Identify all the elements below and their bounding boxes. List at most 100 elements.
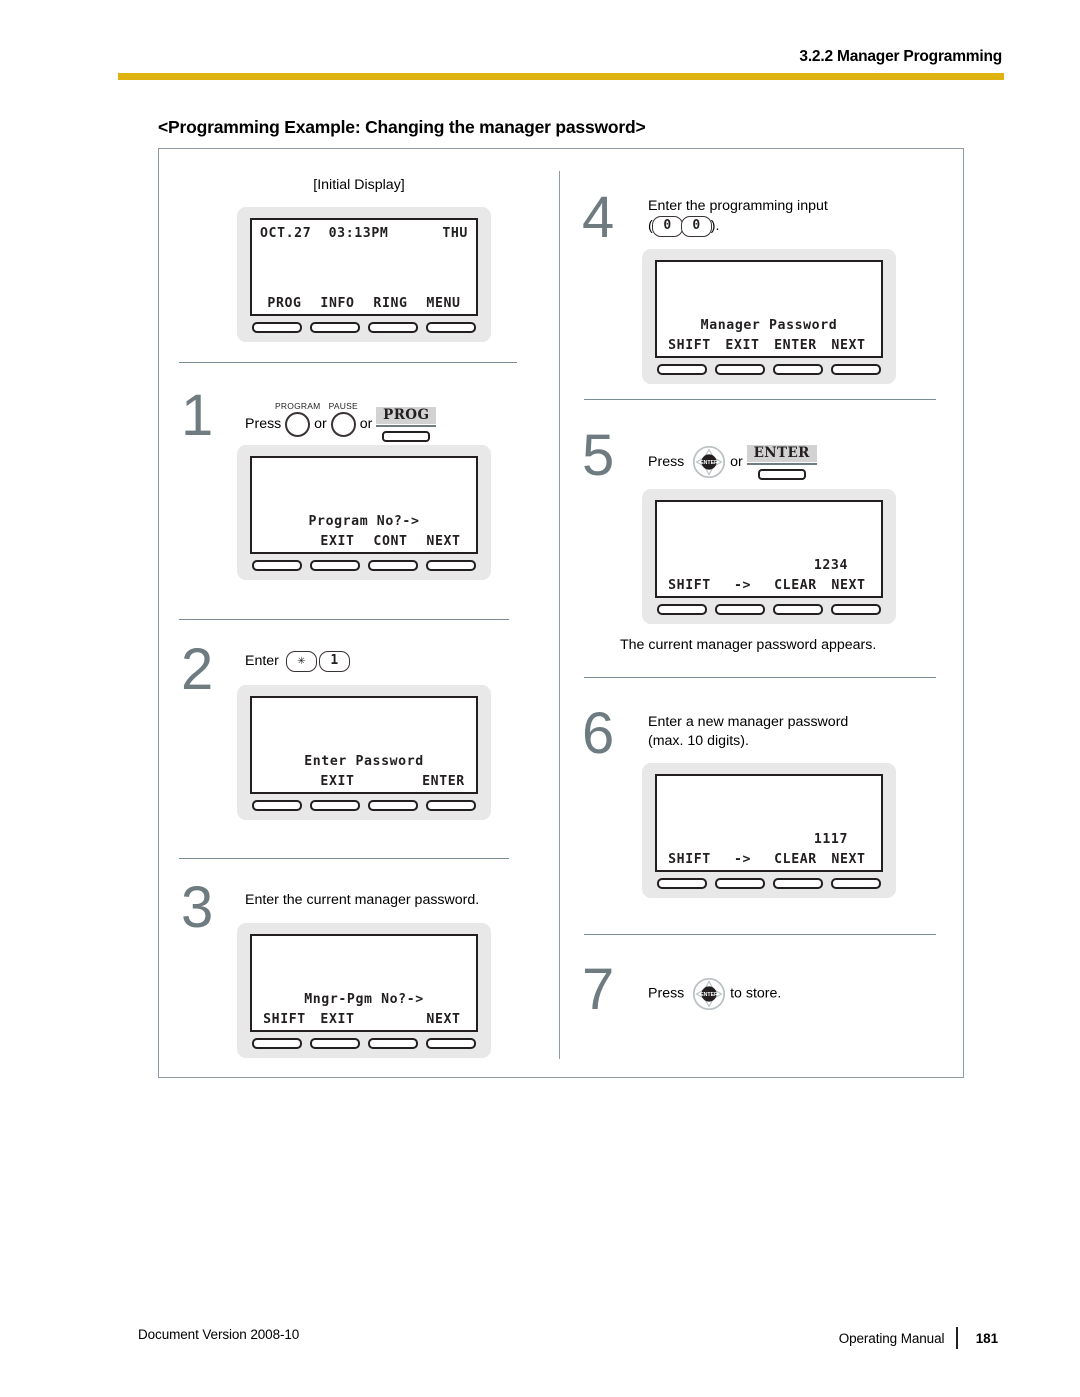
softkey-button-row bbox=[655, 364, 883, 375]
softkey-button[interactable] bbox=[715, 364, 765, 375]
softkey-button[interactable] bbox=[368, 322, 418, 333]
step-instruction-line1: Enter the programming input bbox=[648, 198, 828, 214]
manual-label: Operating Manual bbox=[838, 1330, 945, 1346]
step-divider bbox=[584, 399, 936, 401]
softkey-button[interactable] bbox=[252, 800, 302, 811]
enter-softkey-button[interactable] bbox=[757, 468, 806, 480]
softkey-button[interactable] bbox=[310, 1038, 360, 1049]
softkey-button-row bbox=[655, 878, 883, 889]
lcd-value: 1117 bbox=[813, 832, 848, 847]
press-label: Press bbox=[648, 985, 685, 1002]
navigator-key-icon[interactable]: ENTER bbox=[692, 977, 726, 1011]
page-header: 3.2.2 Manager Programming bbox=[118, 48, 1004, 80]
softkey-button[interactable] bbox=[773, 604, 823, 615]
lcd-weekday: THU bbox=[442, 226, 468, 241]
footer-separator bbox=[956, 1327, 958, 1349]
step-number: 2 bbox=[181, 637, 213, 702]
softkey-button[interactable] bbox=[252, 1038, 302, 1049]
program-key[interactable]: PROGRAM bbox=[275, 401, 320, 437]
or-label: or bbox=[730, 453, 743, 470]
header-accent-rule bbox=[118, 73, 1004, 80]
step-instruction: Enter a new manager password (max. 10 di… bbox=[648, 713, 948, 750]
softkey-button[interactable] bbox=[368, 1038, 418, 1049]
phone-display-step4: Manager Password SHIFT EXIT ENTER NEXT bbox=[642, 249, 896, 384]
softkey-button[interactable] bbox=[773, 364, 823, 375]
page-title: <Programming Example: Changing the manag… bbox=[158, 117, 646, 137]
or-label: or bbox=[359, 415, 373, 432]
lcd-softkey-label: NEXT bbox=[831, 338, 866, 353]
step-instruction: Press ENTER to store. bbox=[648, 977, 968, 1011]
svg-text:ENTER: ENTER bbox=[700, 992, 718, 998]
digit-key-0-b[interactable]: 0 bbox=[680, 215, 712, 237]
lcd-screen: Enter Password EXIT ENTER bbox=[250, 696, 478, 794]
prog-softkey-button[interactable] bbox=[382, 430, 431, 442]
pause-key-label: PAUSE bbox=[328, 400, 358, 411]
step-instruction: Enter the programming input (0 0). bbox=[648, 197, 948, 237]
lcd-softkey-label: ENTER bbox=[774, 338, 817, 353]
phone-display-step2: Enter Password EXIT ENTER bbox=[237, 685, 491, 820]
softkey-button[interactable] bbox=[426, 560, 476, 571]
lcd-softkey-labels: SHIFT -> CLEAR NEXT bbox=[657, 578, 881, 593]
lcd-softkey-label: EXIT bbox=[725, 338, 760, 353]
softkey-button[interactable] bbox=[252, 322, 302, 333]
softkey-button[interactable] bbox=[831, 604, 881, 615]
pause-key[interactable]: PAUSE bbox=[329, 401, 358, 437]
lcd-date: OCT.27 bbox=[260, 226, 312, 241]
navigator-key-icon[interactable]: ENTER bbox=[692, 445, 726, 479]
softkey-button-row bbox=[250, 800, 478, 811]
lcd-softkey-label: NEXT bbox=[426, 1012, 461, 1027]
softkey-button[interactable] bbox=[426, 800, 476, 811]
lcd-softkey-labels: SHIFT EXIT NEXT bbox=[252, 1012, 476, 1027]
phone-display-step1: Program No?-> EXIT CONT NEXT bbox=[237, 445, 491, 580]
step-divider bbox=[179, 858, 509, 860]
lcd-softkey-label: SHIFT bbox=[668, 338, 711, 353]
softkey-button[interactable] bbox=[831, 364, 881, 375]
header-title: 3.2.2 Manager Programming bbox=[799, 48, 1002, 65]
lcd-softkey-labels: SHIFT -> CLEAR NEXT bbox=[657, 852, 881, 867]
page-number: 181 bbox=[975, 1330, 998, 1346]
lcd-time: 03:13PM bbox=[328, 226, 389, 241]
lcd-softkey-labels: EXIT CONT NEXT bbox=[252, 534, 476, 549]
star-key[interactable]: ✳ bbox=[285, 651, 317, 672]
softkey-button[interactable] bbox=[657, 364, 707, 375]
softkey-button[interactable] bbox=[657, 878, 707, 889]
softkey-button[interactable] bbox=[715, 604, 765, 615]
lcd-softkey-label: MENU bbox=[426, 296, 461, 311]
step-divider bbox=[584, 934, 936, 936]
softkey-button-row bbox=[655, 604, 883, 615]
press-label: Press bbox=[648, 453, 685, 470]
softkey-button[interactable] bbox=[252, 560, 302, 571]
lcd-screen: Mngr-Pgm No?-> SHIFT EXIT NEXT bbox=[250, 934, 478, 1032]
step-number: 5 bbox=[582, 423, 614, 488]
lcd-softkey-label: CLEAR bbox=[774, 852, 817, 867]
lcd-message: Program No?-> bbox=[308, 514, 420, 529]
lcd-status-line: OCT.27 03:13PM THU bbox=[252, 226, 476, 241]
softkey-button[interactable] bbox=[426, 322, 476, 333]
softkey-button[interactable] bbox=[368, 800, 418, 811]
softkey-button[interactable] bbox=[310, 800, 360, 811]
step-number: 7 bbox=[582, 957, 614, 1022]
prog-softkey[interactable]: PROG bbox=[376, 407, 437, 442]
softkey-button[interactable] bbox=[773, 878, 823, 889]
prog-softkey-underline bbox=[376, 425, 437, 427]
softkey-button[interactable] bbox=[310, 560, 360, 571]
phone-display-initial: OCT.27 03:13PM THU PROG INFO RING MENU bbox=[237, 207, 491, 342]
lcd-softkey-label: EXIT bbox=[320, 1012, 355, 1027]
lcd-screen: 1234 SHIFT -> CLEAR NEXT bbox=[655, 500, 883, 598]
lcd-softkey-label: SHIFT bbox=[263, 1012, 306, 1027]
enter-softkey-label: ENTER bbox=[746, 445, 817, 462]
softkey-button[interactable] bbox=[426, 1038, 476, 1049]
softkey-button[interactable] bbox=[831, 878, 881, 889]
softkey-button[interactable] bbox=[368, 560, 418, 571]
enter-label: Enter bbox=[245, 653, 279, 670]
softkey-button[interactable] bbox=[657, 604, 707, 615]
or-label: or bbox=[314, 415, 327, 432]
digit-key-1[interactable]: 1 bbox=[318, 651, 350, 672]
program-key-label: PROGRAM bbox=[275, 400, 321, 411]
digit-key-0-a[interactable]: 0 bbox=[651, 215, 683, 237]
softkey-button[interactable] bbox=[715, 878, 765, 889]
softkey-button[interactable] bbox=[310, 322, 360, 333]
paren-close: ). bbox=[710, 217, 720, 234]
enter-softkey[interactable]: ENTER bbox=[746, 445, 817, 480]
lcd-softkey-label bbox=[364, 1012, 417, 1027]
